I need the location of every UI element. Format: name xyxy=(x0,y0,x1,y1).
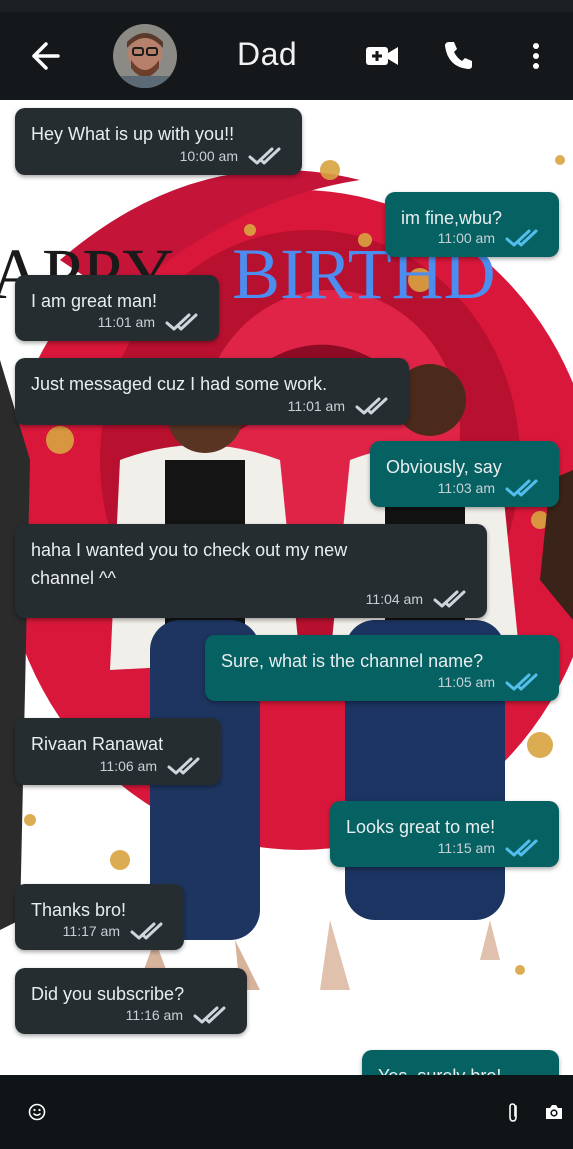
more-vert-icon[interactable] xyxy=(526,38,546,74)
message-meta: 11:06 am xyxy=(100,755,207,777)
chat-area[interactable]: APPY BIRTHD Hey What is up with you!! 10:… xyxy=(0,100,573,1075)
message-meta: 11:17 am xyxy=(63,920,170,942)
contact-name[interactable]: Dad xyxy=(237,36,297,73)
message-meta: 11:04 am xyxy=(366,588,473,610)
message-text: Rivaan Ranawat xyxy=(31,734,164,754)
avatar[interactable] xyxy=(113,24,177,88)
read-receipt-icon xyxy=(130,922,163,940)
message-bubble-outgoing[interactable]: Yes, surely bro! xyxy=(362,1050,559,1075)
read-receipt-icon xyxy=(165,313,198,331)
message-meta: 10:00 am xyxy=(180,145,288,167)
read-receipt-icon xyxy=(505,229,538,247)
attach-icon[interactable] xyxy=(504,1101,522,1123)
message-time: 11:15 am xyxy=(437,840,495,856)
message-bubble-incoming[interactable]: Rivaan Ranawat 11:06 am xyxy=(15,718,221,785)
message-time: 11:05 am xyxy=(437,674,495,690)
message-time: 11:16 am xyxy=(125,1007,183,1023)
read-receipt-icon xyxy=(248,147,281,165)
message-bubble-incoming[interactable]: Did you subscribe? 11:16 am xyxy=(15,968,247,1034)
message-bubble-outgoing[interactable]: Sure, what is the channel name? 11:05 am xyxy=(205,635,559,701)
message-bubble-outgoing[interactable]: Obviously, say 11:03 am xyxy=(370,441,559,507)
message-time: 11:17 am xyxy=(62,923,120,939)
read-receipt-icon xyxy=(505,673,538,691)
message-meta: 11:01 am xyxy=(288,395,395,417)
message-meta: 11:01 am xyxy=(98,311,205,333)
message-bubble-incoming[interactable]: Just messaged cuz I had some work. 11:01 … xyxy=(15,358,409,425)
message-bubble-outgoing[interactable]: im fine,wbu? 11:00 am xyxy=(385,192,559,257)
phone-icon[interactable] xyxy=(442,38,476,72)
chat-header: Dad xyxy=(0,12,573,100)
read-receipt-icon xyxy=(355,397,388,415)
message-bubble-outgoing[interactable]: Looks great to me! 11:15 am xyxy=(330,801,559,867)
message-bubble-incoming[interactable]: haha I wanted you to check out my new ch… xyxy=(15,524,487,618)
message-meta: 11:03 am xyxy=(438,477,545,499)
message-time: 11:00 am xyxy=(437,230,495,246)
message-text: Yes, surely bro! xyxy=(378,1062,501,1075)
read-receipt-icon xyxy=(505,479,538,497)
composer-bar xyxy=(0,1075,573,1149)
emoji-icon[interactable] xyxy=(28,1103,46,1121)
read-receipt-icon xyxy=(433,590,466,608)
message-meta: 11:00 am xyxy=(438,227,545,249)
message-time: 11:01 am xyxy=(97,314,155,330)
camera-icon[interactable] xyxy=(544,1103,564,1121)
message-time: 11:01 am xyxy=(287,398,345,414)
read-receipt-icon xyxy=(167,757,200,775)
read-receipt-icon xyxy=(193,1006,226,1024)
message-bubble-incoming[interactable]: I am great man! 11:01 am xyxy=(15,275,219,341)
message-time: 11:06 am xyxy=(99,758,157,774)
message-meta: 11:16 am xyxy=(126,1004,233,1026)
message-meta: 11:15 am xyxy=(438,837,545,859)
back-arrow-icon[interactable] xyxy=(24,38,64,74)
read-receipt-icon xyxy=(505,839,538,857)
message-bubble-incoming[interactable]: Thanks bro! 11:17 am xyxy=(15,884,184,950)
video-call-icon[interactable] xyxy=(364,42,400,70)
message-text: Just messaged cuz I had some work. xyxy=(31,374,328,394)
message-text: haha I wanted you to check out my new ch… xyxy=(31,540,348,588)
message-bubble-incoming[interactable]: Hey What is up with you!! 10:00 am xyxy=(15,108,302,175)
message-time: 10:00 am xyxy=(179,148,238,164)
message-time: 11:04 am xyxy=(365,591,423,607)
message-text: Hey What is up with you!! xyxy=(31,124,235,144)
message-time: 11:03 am xyxy=(437,480,495,496)
message-meta: 11:05 am xyxy=(438,671,545,693)
